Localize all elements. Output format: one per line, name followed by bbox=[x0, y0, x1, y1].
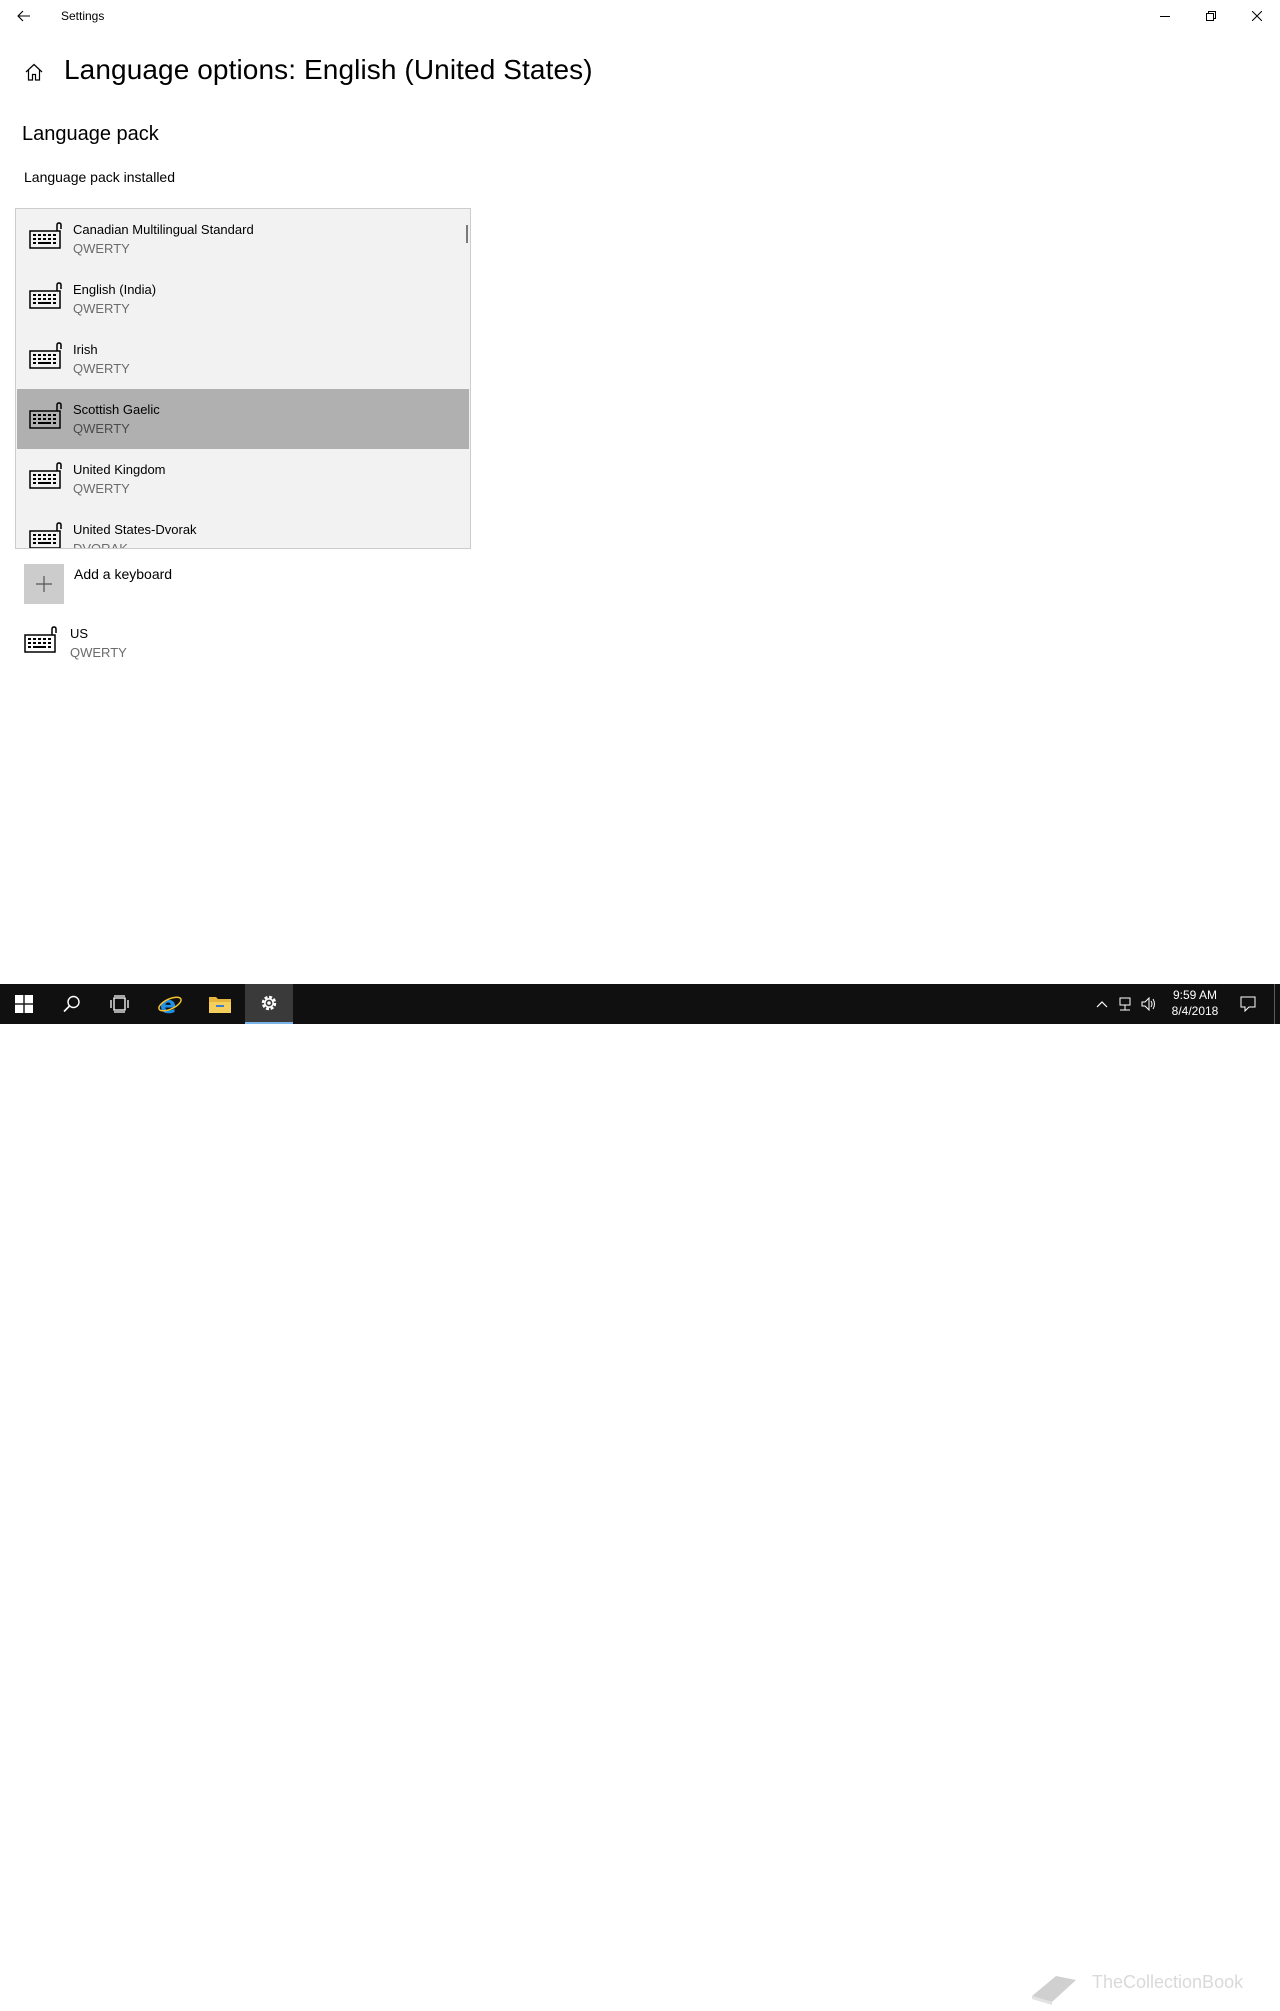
keyboard-option[interactable]: Irish QWERTY bbox=[17, 329, 469, 389]
back-button[interactable] bbox=[0, 0, 48, 32]
keyboard-name: Canadian Multilingual Standard bbox=[73, 222, 254, 237]
network-icon bbox=[1119, 997, 1131, 1011]
internet-explorer-button[interactable]: e bbox=[146, 984, 194, 1024]
clock-date: 8/4/2018 bbox=[1171, 1004, 1219, 1018]
installed-keyboard-item[interactable]: US QWERTY bbox=[24, 624, 324, 668]
keyboard-option[interactable]: United States-Dvorak DVORAK bbox=[17, 509, 469, 549]
keyboard-option[interactable]: Canadian Multilingual Standard QWERTY bbox=[17, 209, 469, 269]
close-icon bbox=[1252, 11, 1262, 21]
gear-icon bbox=[261, 995, 277, 1011]
keyboard-layout: QWERTY bbox=[73, 301, 130, 316]
task-view-icon bbox=[110, 995, 129, 1013]
minimize-button[interactable] bbox=[1142, 0, 1188, 32]
show-hidden-icons-button[interactable] bbox=[1092, 984, 1112, 1024]
internet-explorer-icon: e bbox=[158, 991, 182, 1017]
close-button[interactable] bbox=[1234, 0, 1280, 32]
keyboard-layout: QWERTY bbox=[73, 481, 130, 496]
watermark-logo: TheCollectionBook bbox=[1028, 1970, 1278, 2006]
plus-icon bbox=[24, 564, 64, 604]
volume-tray-button[interactable] bbox=[1138, 984, 1160, 1024]
keyboard-name: Irish bbox=[73, 342, 98, 357]
keyboard-name: United States-Dvorak bbox=[73, 522, 197, 537]
keyboard-layout: QWERTY bbox=[73, 361, 130, 376]
title-bar: Settings bbox=[0, 0, 1280, 32]
windows-logo-icon bbox=[15, 995, 33, 1013]
start-button[interactable] bbox=[0, 984, 48, 1024]
installed-keyboard-name: US bbox=[70, 626, 89, 641]
restore-icon bbox=[1206, 11, 1216, 21]
taskbar-clock[interactable]: 9:59 AM 8/4/2018 bbox=[1164, 987, 1226, 1019]
keyboard-icon bbox=[29, 222, 62, 249]
keyboard-option-selected[interactable]: Scottish Gaelic QWERTY bbox=[17, 389, 469, 449]
svg-text:e: e bbox=[160, 991, 176, 1017]
task-view-button[interactable] bbox=[96, 984, 144, 1024]
page-title: Language options: English (United States… bbox=[64, 54, 593, 85]
keyboard-icon bbox=[29, 342, 62, 369]
language-pack-status: Language pack installed bbox=[24, 169, 176, 185]
window-title: Settings bbox=[61, 9, 105, 23]
keyboard-icon bbox=[29, 462, 62, 489]
keyboard-option[interactable]: English (India) QWERTY bbox=[17, 269, 469, 329]
clock-time: 9:59 AM bbox=[1172, 988, 1218, 1002]
folder-icon bbox=[209, 997, 231, 1013]
keyboard-icon bbox=[24, 626, 57, 653]
add-keyboard-label: Add a keyboard bbox=[74, 566, 173, 582]
taskbar: e TheCollectionBook 9:59 AM 8/4/2018 bbox=[0, 984, 1280, 2005]
settings-taskbar-button[interactable] bbox=[245, 984, 293, 1024]
minimize-icon bbox=[1160, 16, 1170, 17]
back-arrow-icon bbox=[17, 10, 30, 22]
keyboard-icon bbox=[29, 522, 62, 548]
show-desktop-button[interactable] bbox=[1274, 984, 1280, 1024]
keyboard-icon bbox=[29, 402, 62, 429]
network-tray-button[interactable] bbox=[1114, 984, 1136, 1024]
action-center-button[interactable] bbox=[1236, 984, 1260, 1024]
speaker-icon bbox=[1141, 997, 1155, 1011]
search-icon bbox=[63, 995, 80, 1013]
keyboard-name: Scottish Gaelic bbox=[73, 402, 160, 417]
keyboard-layout: QWERTY bbox=[73, 241, 130, 256]
home-icon bbox=[25, 63, 43, 81]
chevron-up-icon bbox=[1096, 1001, 1108, 1008]
keyboard-layout: QWERTY bbox=[73, 421, 130, 436]
file-explorer-button[interactable] bbox=[196, 984, 244, 1024]
keyboard-dropdown-list[interactable]: Canadian Multilingual Standard QWERTY En… bbox=[15, 208, 471, 549]
add-keyboard-button[interactable]: Add a keyboard bbox=[24, 564, 224, 604]
keyboard-name: United Kingdom bbox=[73, 462, 166, 477]
section-title-language-pack: Language pack bbox=[22, 123, 159, 145]
keyboard-name: English (India) bbox=[73, 282, 157, 297]
keyboard-option[interactable]: United Kingdom QWERTY bbox=[17, 449, 469, 509]
installed-keyboard-layout: QWERTY bbox=[70, 645, 127, 660]
watermark-text: TheCollectionBook bbox=[1092, 1972, 1244, 1992]
home-button[interactable] bbox=[22, 60, 46, 84]
book-icon bbox=[1032, 1976, 1076, 2005]
search-button[interactable] bbox=[48, 984, 96, 1024]
settings-window: Settings Language options: English (Unit… bbox=[0, 0, 1280, 984]
restore-button[interactable] bbox=[1188, 0, 1234, 32]
keyboard-icon bbox=[29, 282, 62, 309]
keyboard-layout: DVORAK bbox=[73, 541, 128, 549]
notification-icon bbox=[1240, 996, 1256, 1012]
